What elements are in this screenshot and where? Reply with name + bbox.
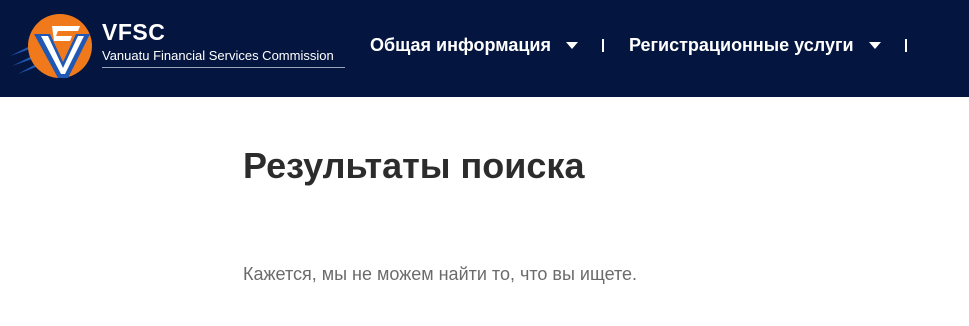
caret-down-icon	[868, 41, 881, 49]
nav-item-general-info[interactable]: Общая информация	[370, 33, 578, 57]
no-results-message: Кажется, мы не можем найти то, что вы ищ…	[243, 264, 638, 284]
logo-text: VFSC Vanuatu Financial Services Commissi…	[102, 20, 345, 68]
vfsc-logo-link[interactable]: VFSC Vanuatu Financial Services Commissi…	[8, 12, 345, 80]
caret-down-icon	[565, 41, 578, 49]
nav-item-label: Регистрационные услуги	[628, 35, 854, 55]
nav-separator	[601, 38, 604, 52]
logo-title: VFSC	[102, 19, 166, 45]
nav-item-label: Общая информация	[370, 35, 551, 55]
page-title: Результаты поиска	[243, 145, 585, 186]
main-content: Результаты поиска	[243, 146, 584, 186]
vfsc-logo-icon	[10, 14, 92, 78]
nav-item-registration-services[interactable]: Регистрационные услуги	[629, 33, 881, 57]
logo-divider	[102, 67, 345, 68]
nav-separator	[904, 38, 907, 52]
logo-subtitle: Vanuatu Financial Services Commission	[102, 48, 334, 63]
main-nav: Общая информация Регистрационные услуги	[370, 33, 907, 57]
site-header: VFSC Vanuatu Financial Services Commissi…	[0, 0, 969, 97]
